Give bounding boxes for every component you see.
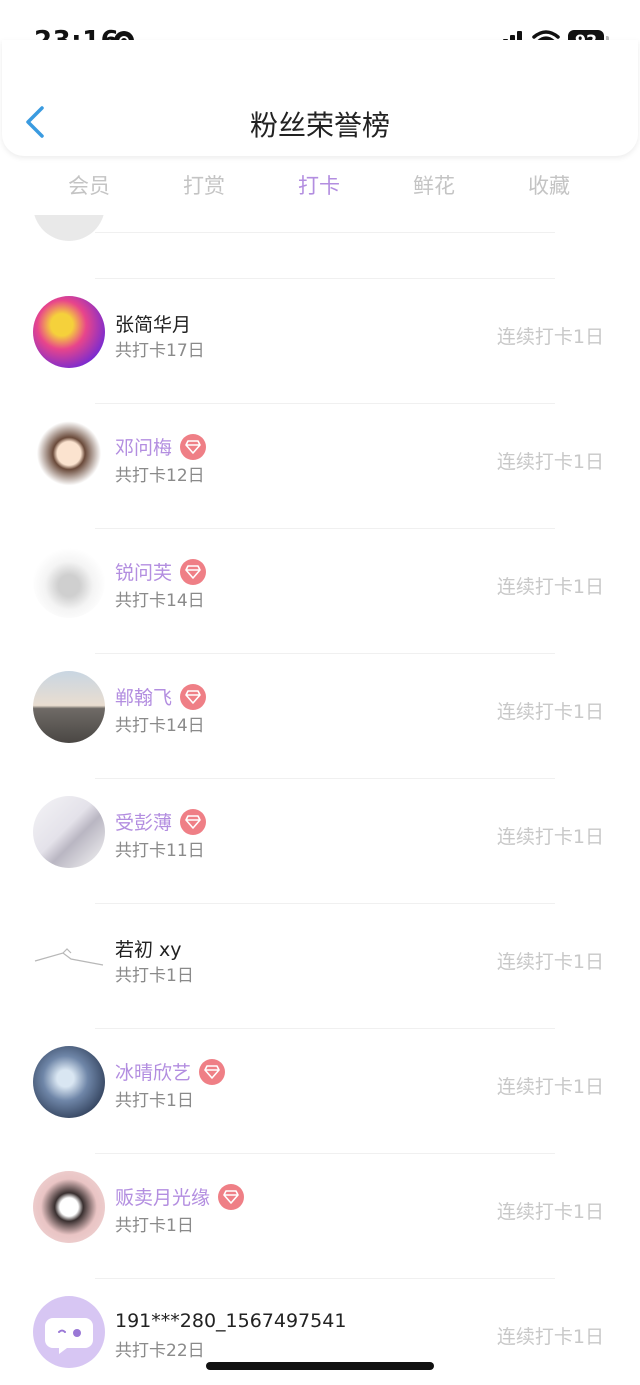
vip-diamond-icon: [180, 558, 207, 585]
user-name: 郸翰飞: [115, 683, 207, 712]
chat-bubble-icon: [45, 1318, 93, 1354]
streak-checkin: 连续打卡1日: [496, 326, 604, 348]
list-item[interactable]: 冰晴欣艺 共打卡1日 连续打卡1日: [0, 1028, 640, 1153]
tab-flowers[interactable]: 鲜花: [389, 170, 479, 200]
user-name: 若初 xy: [115, 939, 182, 961]
tab-checkin[interactable]: 打卡: [274, 170, 364, 200]
user-name: 张简华月: [115, 314, 192, 336]
vip-diamond-icon: [180, 433, 207, 460]
avatar[interactable]: [33, 671, 105, 743]
avatar[interactable]: [33, 296, 105, 368]
streak-checkin: 连续打卡1日: [496, 1201, 604, 1223]
streak-checkin: 连续打卡1日: [496, 951, 604, 973]
avatar[interactable]: [33, 1046, 105, 1118]
streak-checkin: 连续打卡1日: [496, 1326, 604, 1348]
vip-diamond-icon: [180, 808, 207, 835]
vip-diamond-icon: [199, 1058, 226, 1085]
list-item[interactable]: 张简华月 共打卡17日 连续打卡1日: [0, 278, 640, 403]
list-item[interactable]: 邓问梅 共打卡12日 连续打卡1日: [0, 403, 640, 528]
avatar[interactable]: [33, 796, 105, 868]
avatar[interactable]: [33, 421, 105, 493]
avatar[interactable]: [33, 1296, 105, 1368]
tab-bar: 会员 打赏 打卡 鲜花 收藏: [0, 170, 640, 206]
total-checkin: 共打卡12日: [115, 466, 205, 486]
list-item[interactable]: 郸翰飞 共打卡14日 连续打卡1日: [0, 653, 640, 778]
total-checkin: 共打卡1日: [115, 966, 194, 986]
cat-sketch-icon: [34, 948, 104, 966]
page-title: 粉丝荣誉榜: [249, 109, 390, 142]
avatar[interactable]: [33, 921, 105, 993]
user-name: 贩卖月光缘: [115, 1183, 245, 1212]
streak-checkin: 连续打卡1日: [496, 701, 604, 723]
list-item[interactable]: 若初 xy 共打卡1日 连续打卡1日: [0, 903, 640, 1028]
streak-checkin: 连续打卡1日: [496, 576, 604, 598]
checkin-ranking-list: 张简华月 共打卡17日 连续打卡1日 邓问梅 共打卡12日 连续打卡1日 锐问芙…: [0, 215, 640, 1385]
total-checkin: 共打卡22日: [115, 1341, 205, 1361]
tab-tips[interactable]: 打赏: [159, 170, 249, 200]
list-item[interactable]: 贩卖月光缘 共打卡1日 连续打卡1日: [0, 1153, 640, 1278]
avatar[interactable]: [33, 546, 105, 618]
total-checkin: 共打卡17日: [115, 341, 205, 361]
total-checkin: 共打卡1日: [115, 1216, 194, 1236]
avatar[interactable]: [33, 215, 105, 241]
vip-diamond-icon: [180, 683, 207, 710]
user-name: 邓问梅: [115, 433, 207, 462]
total-checkin: 共打卡14日: [115, 716, 205, 736]
streak-checkin: 连续打卡1日: [496, 826, 604, 848]
list-item[interactable]: 受彭薄 共打卡11日 连续打卡1日: [0, 778, 640, 903]
home-indicator: [206, 1362, 434, 1370]
user-name: 锐问芙: [115, 558, 207, 587]
vip-diamond-icon: [218, 1183, 245, 1210]
avatar[interactable]: [33, 1171, 105, 1243]
total-checkin: 共打卡14日: [115, 591, 205, 611]
tab-favorites[interactable]: 收藏: [504, 170, 594, 200]
user-name: 冰晴欣艺: [115, 1058, 226, 1087]
streak-checkin: 连续打卡1日: [496, 1076, 604, 1098]
tab-members[interactable]: 会员: [44, 170, 134, 200]
streak-checkin: 连续打卡1日: [496, 451, 604, 473]
list-item[interactable]: 锐问芙 共打卡14日 连续打卡1日: [0, 528, 640, 653]
user-name: 191***280_1567497541: [115, 1310, 347, 1332]
total-checkin: 共打卡11日: [115, 841, 205, 861]
user-name: 受彭薄: [115, 808, 207, 837]
total-checkin: 共打卡1日: [115, 1091, 194, 1111]
list-divider: [95, 232, 555, 233]
